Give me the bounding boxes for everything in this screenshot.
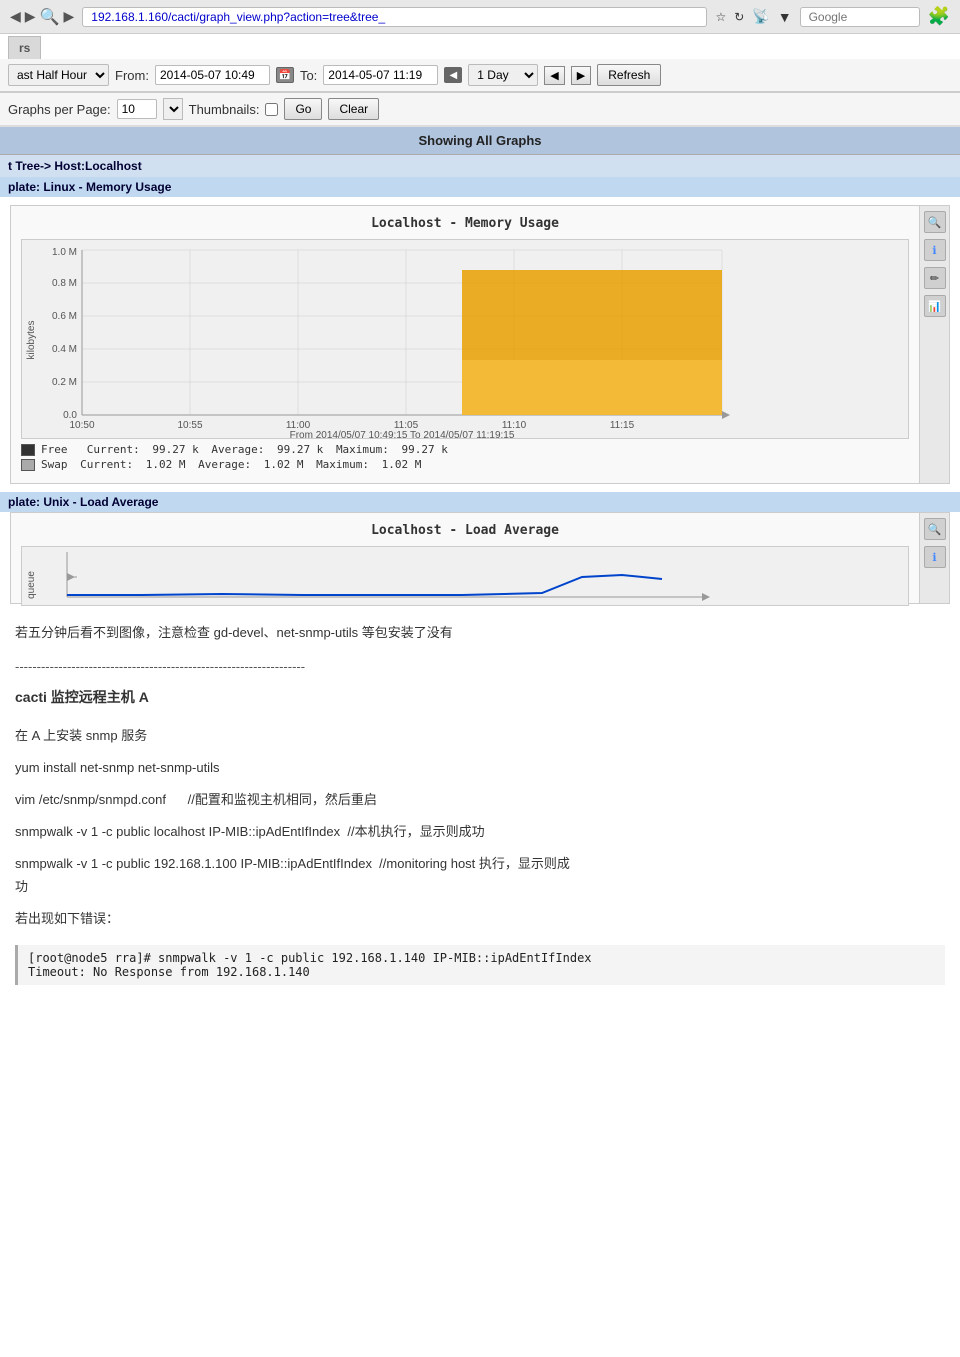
legend-avg-swap: 1.02 M [257,458,310,471]
legend-max-swap: 1.02 M [375,458,421,471]
step3: vim /etc/snmp/snmpd.conf //配置和监视主机相同，然后重… [0,789,960,821]
refresh-button[interactable]: Refresh [597,64,661,86]
refresh-icon[interactable]: ↻ [734,10,744,24]
legend-max-label-free: Maximum: [336,443,389,456]
svg-text:0.6 M: 0.6 M [52,311,77,322]
browser-bar: ◀ ▶ 🔍 ▶ 192.168.1.160/cacti/graph_view.p… [0,0,960,34]
extensions-icon: 🧩 [928,6,950,27]
svg-text:11:15: 11:15 [610,420,635,431]
graph1-svg: 0.0 0.2 M 0.4 M 0.6 M 0.8 M 1.0 M kiloby… [21,239,909,439]
step5: snmpwalk -v 1 -c public 192.168.1.100 IP… [0,853,960,907]
legend-label-free: Free [41,443,81,456]
star-icon[interactable]: ☆ [715,10,726,24]
browser-nav-icons: ◀ ▶ 🔍 ▶ [10,7,74,27]
svg-text:kilobytes: kilobytes [26,321,37,360]
thumbnails-checkbox[interactable] [265,103,278,116]
rss-icon: 📡 [752,8,769,25]
to-calendar-icon[interactable]: ◀ [444,67,462,83]
from-label: From: [115,68,149,83]
preset-select[interactable]: ast Half Hour [8,64,109,86]
thumbnails-label: Thumbnails: [189,102,260,117]
graphs-per-page-input[interactable] [117,99,157,119]
page-icon: 🔍 [40,7,60,27]
legend-current-swap: 1.02 M [139,458,192,471]
template2-label: plate: Unix - Load Average [0,492,960,512]
legend-max-free: 99.27 k [395,443,448,456]
graph1-container: Localhost - Memory Usage [10,205,950,484]
notice-text: 若五分钟后看不到图像，注意检查 gd-devel、net-snmp-utils … [0,612,960,654]
legend-current-free: 99.27 k [146,443,206,456]
graphs-per-page-select[interactable] [163,98,183,120]
timespan-select[interactable]: 1 Day [468,64,538,86]
to-input[interactable] [323,65,438,85]
svg-text:1.0 M: 1.0 M [52,247,77,258]
legend-avg-label-free: Average: [211,443,264,456]
svg-text:queue: queue [26,571,37,599]
graph1-chart-icon[interactable]: 📊 [924,295,946,317]
timespan-next-btn[interactable]: ▶ [571,66,591,85]
toolbar-row1: ast Half Hour From: 📅 To: ◀ 1 Day ◀ ▶ Re… [0,59,960,93]
cacti-header: rs ast Half Hour From: 📅 To: ◀ 1 Day ◀ ▶… [0,34,960,127]
go-button[interactable]: Go [284,98,322,120]
graph2-main: Localhost - Load Average queue [11,513,919,603]
main-content: Showing All Graphs t Tree-> Host:Localho… [0,127,960,990]
showing-all-graphs-header: Showing All Graphs [0,127,960,155]
rs-tab[interactable]: rs [8,36,41,59]
separator: ----------------------------------------… [0,654,960,679]
legend-label-swap: Swap [41,458,74,471]
graph2-title: Localhost - Load Average [21,523,909,538]
legend-avg-free: 99.27 k [270,443,330,456]
url-bar[interactable]: 192.168.1.160/cacti/graph_view.php?actio… [82,7,707,27]
graph1-title: Localhost - Memory Usage [21,216,909,231]
graph2-container: Localhost - Load Average queue 🔍 ℹ [10,512,950,604]
graph1-sidebar-icons: 🔍 ℹ ✏ 📊 [919,206,949,483]
graphs-per-page-label: Graphs per Page: [8,102,111,117]
from-calendar-icon[interactable]: 📅 [276,67,294,83]
step4: snmpwalk -v 1 -c public localhost IP-MIB… [0,821,960,853]
forward-icon[interactable]: ▶ [25,8,36,25]
svg-text:10:50: 10:50 [69,420,94,431]
svg-text:0.2 M: 0.2 M [52,377,77,388]
legend-row-free: Free Current: 99.27 k Average: 99.27 k M… [21,443,909,456]
legend-avg-label-swap: Average: [198,458,251,471]
legend-row-swap: Swap Current: 1.02 M Average: 1.02 M Max… [21,458,909,471]
graph1-info-icon[interactable]: ℹ [924,239,946,261]
graph2-info-icon[interactable]: ℹ [924,546,946,568]
graph2-zoom-icon[interactable]: 🔍 [924,518,946,540]
from-input[interactable] [155,65,270,85]
legend-color-free [21,444,35,456]
browser-search-input[interactable] [800,7,920,27]
step6: 若出现如下错误： [0,908,960,940]
svg-text:0.8 M: 0.8 M [52,278,77,289]
to-label: To: [300,68,317,83]
timespan-prev-btn[interactable]: ◀ [544,66,564,85]
code-block: [root@node5 rra]# snmpwalk -v 1 -c publi… [15,945,945,985]
toolbar-row2: Graphs per Page: Thumbnails: Go Clear [0,93,960,126]
browser-menu-icon[interactable]: ▼ [778,9,792,25]
section-title: cacti 监控远程主机 A [0,679,960,715]
clear-button[interactable]: Clear [328,98,379,120]
svg-text:10:55: 10:55 [177,420,202,431]
legend-max-label-swap: Maximum: [316,458,369,471]
step2: yum install net-snmp net-snmp-utils [0,757,960,789]
tree-path: t Tree-> Host:Localhost [0,155,960,177]
bookmark-icon: ▶ [63,8,74,25]
graph2-svg: queue [21,546,909,606]
template1-label: plate: Linux - Memory Usage [0,177,960,197]
legend-current-label-free: Current: [87,443,140,456]
graph1-legend: Free Current: 99.27 k Average: 99.27 k M… [21,443,909,471]
svg-text:0.4 M: 0.4 M [52,344,77,355]
svg-text:From 2014/05/07 10:49:15 To 20: From 2014/05/07 10:49:15 To 2014/05/07 1… [290,430,515,439]
legend-current-label-swap: Current: [80,458,133,471]
graph1-zoom-icon[interactable]: 🔍 [924,211,946,233]
back-icon[interactable]: ◀ [10,8,21,25]
graph1-pencil-icon[interactable]: ✏ [924,267,946,289]
graph1-main: Localhost - Memory Usage [11,206,919,483]
graph2-sidebar-icons: 🔍 ℹ [919,513,949,603]
legend-color-swap [21,459,35,471]
step1: 在 A 上安装 snmp 服务 [0,715,960,757]
